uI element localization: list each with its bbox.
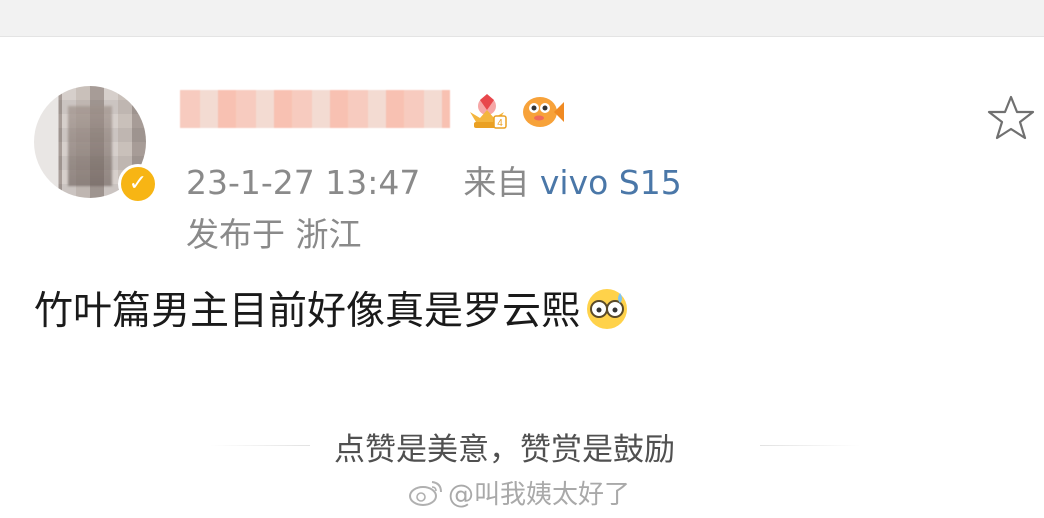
star-icon[interactable] [986, 94, 1036, 142]
fish-icon[interactable] [518, 90, 566, 132]
svg-text:4: 4 [497, 118, 503, 129]
watermark: @叫我姨太好了 [408, 474, 630, 511]
username-blurred[interactable] [180, 90, 450, 128]
reward-prompt[interactable]: 点赞是美意，赞赏是鼓励 [334, 424, 675, 469]
source-prefix: 来自 [463, 163, 530, 202]
top-bar [0, 0, 1044, 37]
divider-right [760, 445, 860, 446]
post-meta-time: 23-1-27 13:47 来自 vivo S15 [186, 156, 682, 204]
source-device-link[interactable]: vivo S15 [540, 163, 682, 202]
sweat-glasses-emoji [587, 289, 628, 329]
post-location: 发布于 浙江 [186, 215, 362, 254]
post-content: 竹叶篇男主目前好像真是罗云熙 [34, 280, 630, 336]
watermark-text: @叫我姨太好了 [448, 480, 631, 510]
divider-left [210, 445, 310, 446]
post-text: 竹叶篇男主目前好像真是罗云熙 [34, 289, 581, 334]
crown-level-icon[interactable]: 4 [466, 92, 508, 132]
verified-badge-icon: ✓ [118, 164, 158, 204]
timestamp: 23-1-27 13:47 [186, 163, 421, 202]
weibo-logo-icon [409, 480, 442, 506]
